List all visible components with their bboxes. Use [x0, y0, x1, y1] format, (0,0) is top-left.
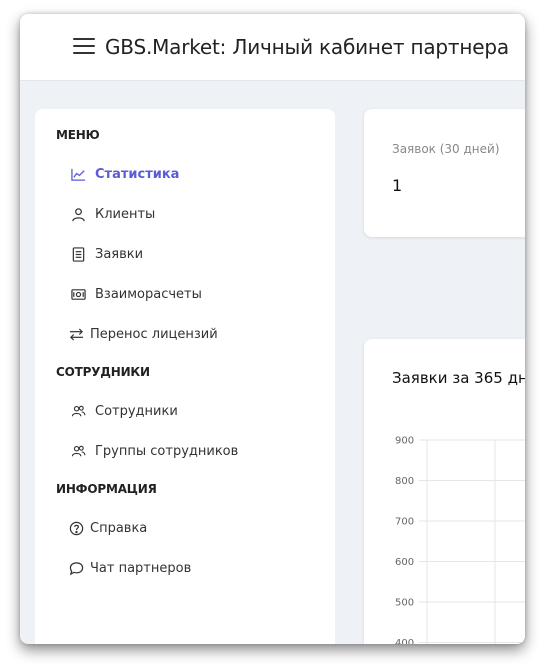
sidebar-item-staff[interactable]: Сотрудники	[71, 400, 178, 422]
requests-stat-value: 1	[392, 176, 403, 195]
sidebar-item-label: Перенос лицензий	[90, 326, 218, 342]
app-window: GBS.Market: Личный кабинет партнера МЕНЮ…	[20, 14, 525, 644]
requests-chart-card: Заявки за 365 дн 900 800 700 600 500 400	[364, 339, 525, 644]
sidebar-item-clients[interactable]: Клиенты	[71, 203, 155, 225]
requests-stat-card: Заявок (30 дней) 1	[364, 109, 525, 237]
section-title-menu: МЕНЮ	[56, 128, 100, 142]
sidebar: МЕНЮ Статистика Клиенты Заявки Взаиморас…	[35, 109, 335, 644]
section-title-info: ИНФОРМАЦИЯ	[56, 482, 157, 496]
sidebar-item-settlements[interactable]: Взаиморасчеты	[71, 283, 202, 305]
requests-stat-label: Заявок (30 дней)	[392, 142, 500, 156]
sidebar-item-statistics[interactable]: Статистика	[71, 163, 179, 185]
y-tick-label: 400	[395, 638, 414, 644]
sidebar-item-help[interactable]: Справка	[69, 517, 147, 539]
y-tick-label: 800	[395, 476, 414, 487]
user-icon	[72, 207, 85, 221]
help-circle-icon	[69, 521, 84, 535]
sidebar-item-staff-groups[interactable]: Группы сотрудников	[71, 440, 238, 462]
sidebar-item-partner-chat[interactable]: Чат партнеров	[69, 557, 191, 579]
sidebar-item-label: Заявки	[95, 246, 144, 262]
hamburger-menu-icon[interactable]	[73, 38, 95, 56]
sidebar-item-label: Сотрудники	[95, 403, 178, 419]
section-title-staff: СОТРУДНИКИ	[56, 365, 150, 379]
chart-line-icon	[71, 168, 86, 181]
sidebar-item-requests[interactable]: Заявки	[71, 243, 143, 265]
sidebar-item-label: Клиенты	[95, 206, 156, 222]
money-icon	[71, 288, 86, 300]
sidebar-item-label: Чат партнеров	[90, 560, 192, 576]
sidebar-item-license-transfer[interactable]: Перенос лицензий	[69, 323, 218, 345]
transfer-arrows-icon	[69, 327, 84, 341]
document-icon	[72, 246, 85, 262]
sidebar-item-label: Группы сотрудников	[95, 443, 239, 459]
y-tick-label: 600	[395, 557, 414, 568]
sidebar-item-label: Справка	[90, 520, 148, 536]
sidebar-item-label: Взаиморасчеты	[95, 286, 202, 302]
top-bar: GBS.Market: Личный кабинет партнера	[20, 14, 525, 81]
chat-icon	[69, 561, 84, 575]
requests-chart: 900 800 700 600 500 400	[395, 436, 525, 644]
sidebar-item-label: Статистика	[95, 166, 180, 182]
y-tick-label: 500	[395, 598, 414, 609]
y-tick-label: 900	[395, 436, 414, 447]
users-icon	[71, 405, 86, 416]
y-tick-label: 700	[395, 517, 414, 528]
page-title: GBS.Market: Личный кабинет партнера	[105, 35, 509, 59]
users-icon	[71, 445, 86, 456]
